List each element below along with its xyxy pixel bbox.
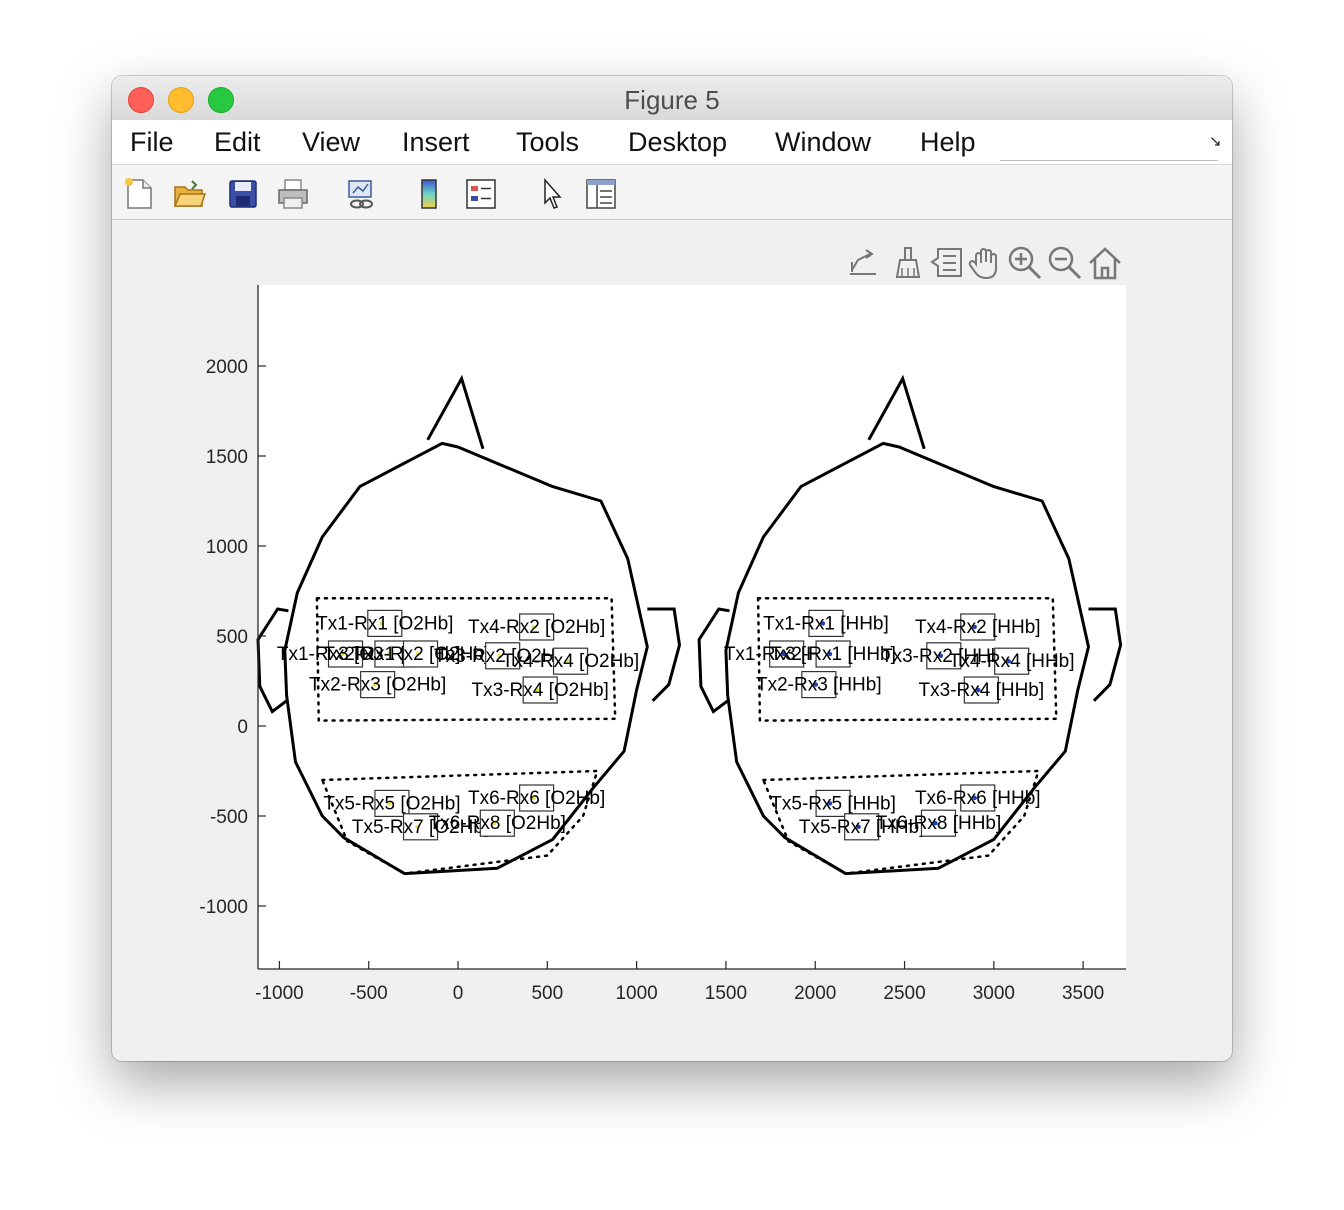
channel-label: Tx6-Rx6 [O2Hb] — [468, 788, 605, 809]
y-tick-label: 1500 — [206, 447, 248, 468]
y-tick-label: -500 — [210, 807, 248, 828]
channel-label: Tx3-Rx4 [O2Hb] — [472, 680, 609, 701]
channel-label: Tx4-Rx4 [HHb] — [949, 651, 1075, 672]
y-tick-label: 0 — [237, 717, 248, 738]
channel-label: Tx1-Rx1 [O2Hb] — [316, 613, 453, 634]
channel-label: Tx4-Rx2 [HHb] — [915, 617, 1041, 638]
x-tick-label: 500 — [531, 983, 563, 1004]
channel-label: Tx5-Rx5 [O2Hb] — [323, 793, 460, 814]
channel-label: Tx6-Rx6 [HHb] — [915, 788, 1041, 809]
x-tick-label: 3500 — [1062, 983, 1104, 1004]
x-tick-label: 0 — [453, 983, 464, 1004]
figure-window: Figure 5 File Edit View Insert Tools Des… — [112, 76, 1232, 1061]
x-tick-label: 2000 — [794, 983, 836, 1004]
plot-canvas[interactable]: Tx1-Rx1 [O2Hb] Tx4-Rx2 [O2Hb]Tx1-Rx3 [O2H… — [112, 76, 1232, 1061]
y-tick-label: -1000 — [199, 897, 248, 918]
channel-label: Tx3-Rx4 [HHb] — [919, 680, 1045, 701]
x-tick-label: 1500 — [705, 983, 747, 1004]
channel-label: Tx4-Rx4 [O2Hb] — [502, 651, 639, 672]
x-tick-label: -1000 — [255, 983, 304, 1004]
channel-label: Tx6-Rx8 [O2Hb] — [429, 813, 566, 834]
channel-label: Tx5-Rx5 [HHb] — [770, 793, 896, 814]
x-tick-label: 3000 — [973, 983, 1015, 1004]
channel-label: Tx1-Rx1 [HHb] — [763, 613, 889, 634]
x-tick-label: 2500 — [883, 983, 925, 1004]
channel-label: Tx6-Rx8 [HHb] — [876, 813, 1002, 834]
channel-label: Tx2-Rx3 [O2Hb] — [309, 675, 446, 696]
y-tick-label: 1000 — [206, 537, 248, 558]
x-tick-label: -500 — [350, 983, 388, 1004]
channel-label: Tx2-Rx1 [HHb] — [770, 644, 896, 665]
y-tick-label: 2000 — [206, 357, 248, 378]
channel-label: Tx2-Rx3 [HHb] — [756, 675, 882, 696]
y-tick-label: 500 — [216, 627, 248, 648]
x-tick-label: 1000 — [615, 983, 657, 1004]
channel-label: Tx4-Rx2 [O2Hb] — [468, 617, 605, 638]
